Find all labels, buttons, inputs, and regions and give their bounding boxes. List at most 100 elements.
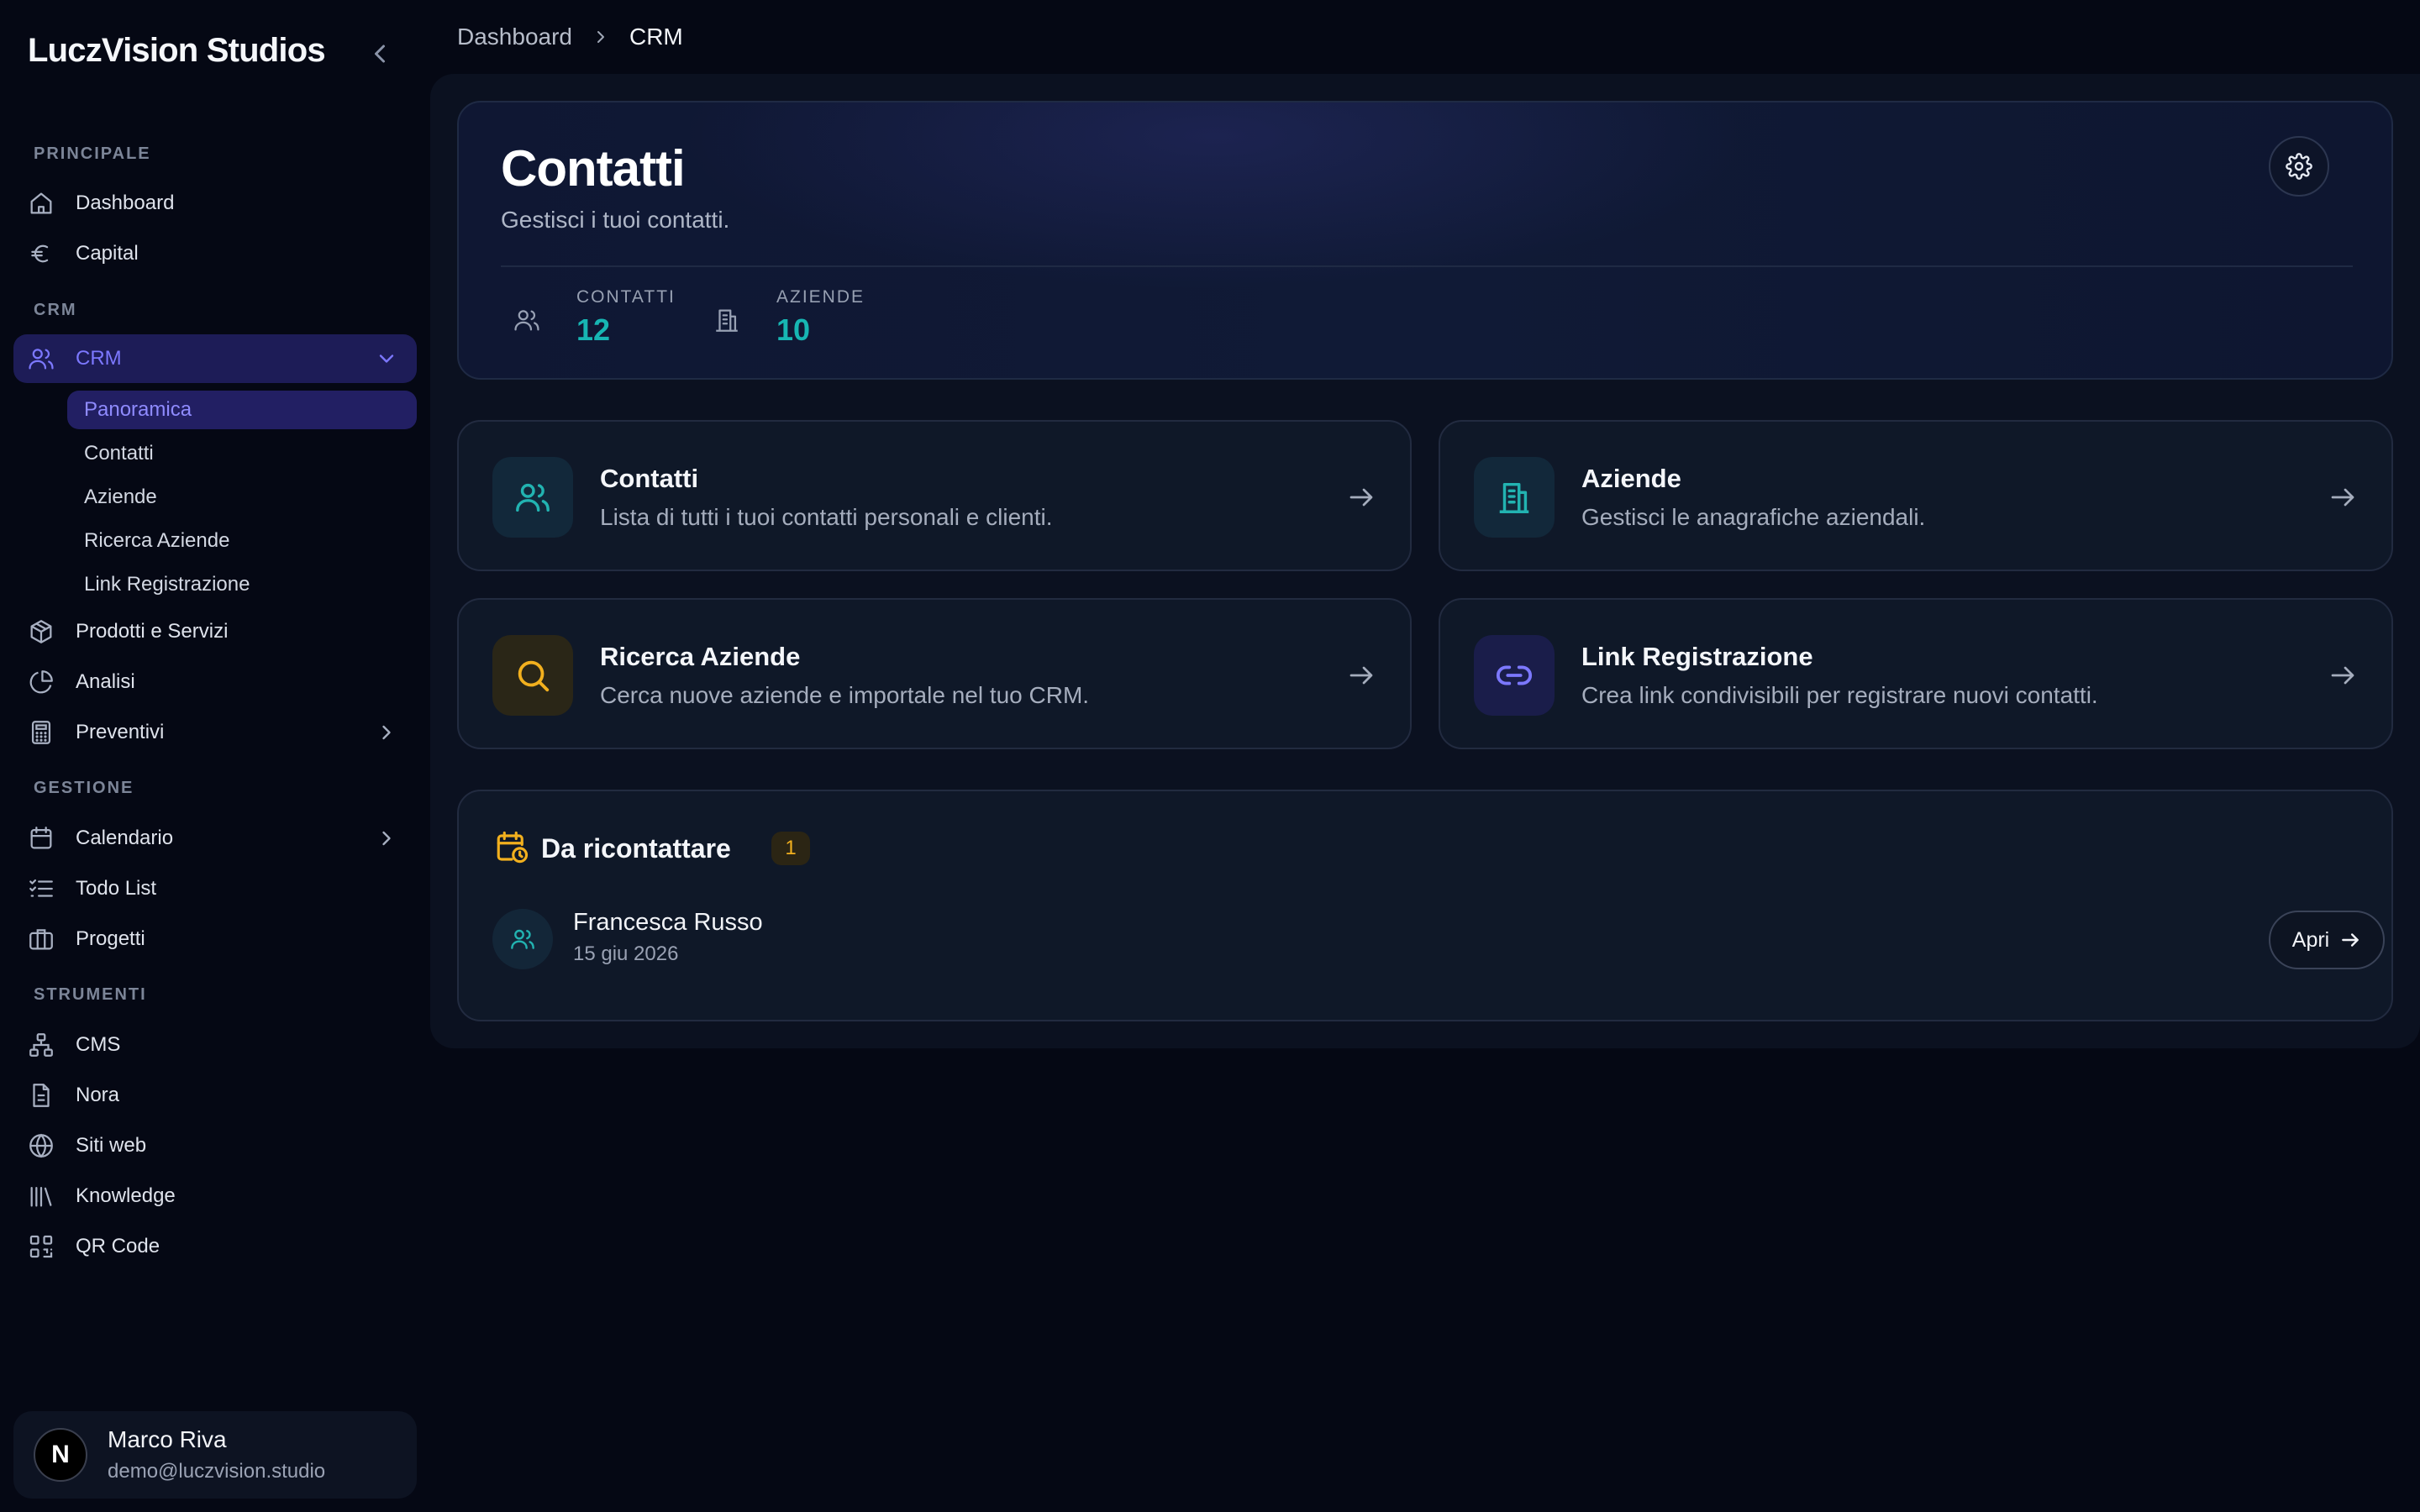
open-contact-button[interactable]: Apri	[2269, 911, 2385, 969]
sidebar-item-label: Calendario	[76, 827, 174, 849]
sidebar-subitem-contatti[interactable]: Contatti	[67, 434, 417, 473]
stat-value: 10	[776, 312, 811, 347]
briefcase-icon	[27, 925, 55, 953]
section-label-strumenti: STRUMENTI	[34, 985, 147, 1004]
section-label-principale: PRINCIPALE	[34, 144, 151, 163]
sidebar-subitem-label: Ricerca Aziende	[84, 529, 230, 552]
sidebar-item-label: CRM	[76, 347, 122, 370]
contact-avatar	[492, 909, 553, 969]
page-subtitle: Gestisci i tuoi contatti.	[501, 207, 730, 233]
sidebar-item-label: Capital	[76, 242, 139, 265]
sidebar-item-label: Siti web	[76, 1134, 147, 1157]
sidebar-item-knowledge[interactable]: Knowledge	[13, 1172, 417, 1221]
sidebar-subitem-label: Panoramica	[84, 398, 192, 421]
arrow-right-icon	[2328, 660, 2358, 690]
count-badge: 1	[771, 832, 810, 865]
breadcrumb-current: CRM	[629, 24, 683, 50]
stat-aziende: AZIENDE 10	[713, 287, 865, 348]
user-email: demo@luczvision.studio	[108, 1460, 326, 1483]
contact-name: Francesca Russo	[573, 909, 763, 936]
card-description: Crea link condivisibili per registrare n…	[1581, 682, 2098, 708]
sidebar: LuczVision Studios PRINCIPALE Dashboard …	[0, 0, 430, 1512]
open-button-label: Apri	[2291, 927, 2330, 952]
card-contatti[interactable]: Contatti Lista di tutti i tuoi contatti …	[457, 420, 1412, 571]
arrow-right-icon	[2328, 482, 2358, 512]
calendar-clock-icon	[494, 830, 529, 865]
sidebar-item-progetti[interactable]: Progetti	[13, 915, 417, 963]
sidebar-item-label: Todo List	[76, 877, 157, 900]
sidebar-item-crm[interactable]: CRM	[13, 334, 417, 383]
euro-icon	[27, 239, 55, 268]
card-description: Lista di tutti i tuoi contatti personali…	[600, 504, 1053, 530]
home-icon	[27, 189, 55, 218]
card-title: Contatti	[600, 464, 699, 493]
building-icon	[1474, 457, 1555, 538]
checklist-icon	[27, 874, 55, 903]
users-icon	[509, 926, 536, 953]
users-icon	[513, 306, 541, 334]
settings-button[interactable]	[2269, 136, 2329, 197]
page-title: Contatti	[501, 140, 686, 197]
sidebar-item-calendario[interactable]: Calendario	[13, 814, 417, 863]
building-icon	[713, 306, 741, 334]
sidebar-subitem-label: Aziende	[84, 486, 157, 508]
sidebar-subitem-ricerca-aziende[interactable]: Ricerca Aziende	[67, 522, 417, 560]
sidebar-subitem-aziende[interactable]: Aziende	[67, 478, 417, 517]
chevron-right-icon	[591, 27, 611, 47]
brand-logo[interactable]: LuczVision Studios	[28, 32, 326, 70]
sidebar-item-preventivi[interactable]: Preventivi	[13, 708, 417, 757]
sidebar-item-label: Progetti	[76, 927, 145, 950]
sidebar-item-label: Analisi	[76, 670, 135, 693]
sidebar-item-dashboard[interactable]: Dashboard	[13, 179, 417, 228]
sidebar-item-siti-web[interactable]: Siti web	[13, 1121, 417, 1170]
sidebar-subitem-label: Link Registrazione	[84, 573, 250, 596]
card-description: Gestisci le anagrafiche aziendali.	[1581, 504, 1926, 530]
contact-date: 15 giu 2026	[573, 942, 679, 965]
arrow-right-icon	[1346, 482, 1376, 512]
section-title: Da ricontattare	[541, 833, 731, 864]
sitemap-icon	[27, 1031, 55, 1059]
sidebar-item-label: QR Code	[76, 1235, 160, 1257]
chevron-down-icon	[375, 347, 398, 370]
document-icon	[27, 1081, 55, 1110]
sidebar-subitem-link-registrazione[interactable]: Link Registrazione	[67, 565, 417, 604]
users-icon	[492, 457, 573, 538]
avatar: N	[34, 1428, 87, 1482]
user-profile-card[interactable]: N Marco Riva demo@luczvision.studio	[13, 1411, 417, 1499]
sidebar-item-capital[interactable]: Capital	[13, 229, 417, 278]
avatar-initial: N	[51, 1441, 70, 1468]
hero-panel: Contatti Gestisci i tuoi contatti. CONTA…	[457, 101, 2393, 380]
recall-panel: Da ricontattare 1 Francesca Russo 15 giu…	[457, 790, 2393, 1021]
sidebar-item-nora[interactable]: Nora	[13, 1071, 417, 1120]
card-title: Aziende	[1581, 464, 1681, 493]
box-icon	[27, 617, 55, 646]
sidebar-item-todo[interactable]: Todo List	[13, 864, 417, 913]
stat-contatti: CONTATTI 12	[513, 287, 676, 348]
sidebar-subitem-panoramica[interactable]: Panoramica	[67, 391, 417, 429]
collapse-sidebar-icon[interactable]	[365, 39, 395, 69]
users-icon	[27, 344, 55, 373]
sidebar-item-cms[interactable]: CMS	[13, 1021, 417, 1069]
sidebar-item-label: CMS	[76, 1033, 121, 1056]
calculator-icon	[27, 718, 55, 747]
stat-value: 12	[576, 312, 611, 347]
sidebar-item-label: Preventivi	[76, 721, 165, 743]
breadcrumb: Dashboard CRM	[457, 24, 683, 50]
sidebar-item-analisi[interactable]: Analisi	[13, 658, 417, 706]
card-ricerca-aziende[interactable]: Ricerca Aziende Cerca nuove aziende e im…	[457, 598, 1412, 749]
card-aziende[interactable]: Aziende Gestisci le anagrafiche aziendal…	[1439, 420, 2393, 571]
sidebar-item-label: Knowledge	[76, 1184, 176, 1207]
sidebar-item-label: Dashboard	[76, 192, 175, 214]
breadcrumb-dashboard[interactable]: Dashboard	[457, 24, 572, 50]
stat-label: CONTATTI	[576, 287, 676, 307]
main-content: Contatti Gestisci i tuoi contatti. CONTA…	[430, 74, 2420, 1048]
globe-icon	[27, 1131, 55, 1160]
card-link-registrazione[interactable]: Link Registrazione Crea link condivisibi…	[1439, 598, 2393, 749]
arrow-right-icon	[1346, 660, 1376, 690]
sidebar-item-prodotti[interactable]: Prodotti e Servizi	[13, 607, 417, 656]
sidebar-item-label: Nora	[76, 1084, 120, 1106]
pie-chart-icon	[27, 668, 55, 696]
stat-label: AZIENDE	[776, 287, 865, 307]
sidebar-item-qr-code[interactable]: QR Code	[13, 1222, 417, 1271]
search-icon	[492, 635, 573, 716]
